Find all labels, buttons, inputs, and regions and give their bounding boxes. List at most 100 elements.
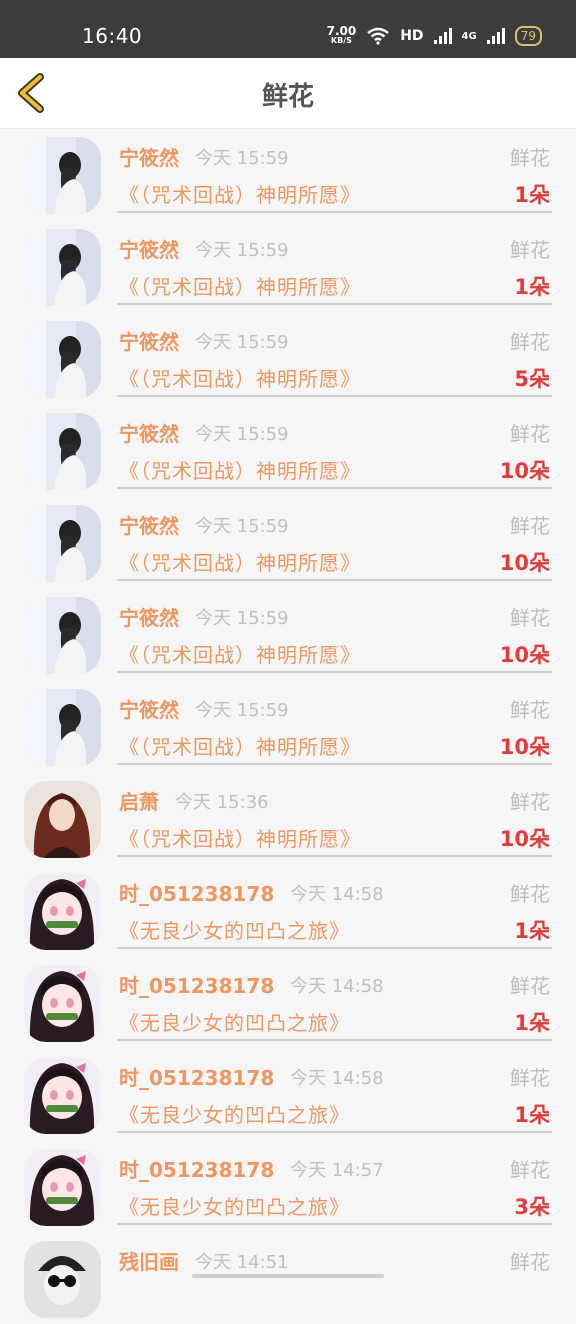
record-time: 今天 15:59: [195, 240, 289, 261]
sender-name[interactable]: 宁筱然: [119, 142, 179, 171]
flower-record-row[interactable]: 宁筱然 今天 15:59 鲜花 《（咒术回战）神明所愿》 10朵: [0, 588, 576, 680]
flower-record-row[interactable]: 时_051238178 今天 14:58 鲜花《无良少女的凹凸之旅》 1朵: [0, 956, 576, 1048]
book-title[interactable]: 《（咒术回战）神明所愿》: [119, 639, 361, 668]
gift-type-label: 鲜花: [510, 974, 550, 998]
flower-record-row[interactable]: 宁筱然 今天 15:59 鲜花《（咒术回战）神明所愿》 10朵: [0, 680, 576, 772]
network-speed: 7.00 KB/S: [326, 24, 357, 45]
sender-name[interactable]: 残旧画: [119, 1246, 179, 1275]
row-divider: [117, 1223, 552, 1225]
avatar[interactable]: [24, 321, 101, 398]
flower-count: 3朵: [514, 1195, 550, 1219]
flower-record-row[interactable]: 启萧 今天 15:36 鲜花《（咒术回战）神明所愿》 10朵: [0, 772, 576, 864]
book-title[interactable]: 《无良少女的凹凸之旅》: [119, 1007, 350, 1036]
network-speed-unit: KB/S: [330, 36, 352, 45]
flower-record-row[interactable]: 宁筱然 今天 15:59 鲜花 《（咒术回战）神明所愿》 10朵: [0, 496, 576, 588]
sender-name[interactable]: 宁筱然: [119, 694, 179, 723]
flower-record-row[interactable]: 时_051238178 今天 14:57 鲜花 《无良少女的凹凸之旅》 3朵: [0, 1140, 576, 1232]
flower-record-row[interactable]: 宁筱然 今天 15:59 鲜花 《（咒术回战）神明所愿》 1朵: [0, 220, 576, 312]
sender-name[interactable]: 宁筱然: [119, 326, 179, 355]
gift-type-label: 鲜花: [510, 238, 550, 262]
avatar[interactable]: [24, 229, 101, 306]
flower-count: 10朵: [499, 735, 550, 759]
record-time: 今天 15:59: [195, 332, 289, 353]
record-time: 今天 15:36: [175, 792, 269, 813]
gift-type-label: 鲜花: [510, 422, 550, 446]
record-time: 今天 15:59: [195, 424, 289, 445]
wifi-icon: [367, 27, 389, 45]
flower-record-list: 宁筱然 今天 15:59 鲜花 《（咒术回战）神明所愿》 1朵 宁筱然 今天 15:59 鲜花…: [0, 128, 576, 1324]
flower-record-row[interactable]: 宁筱然 今天 15:59 鲜花 《（咒术回战）神明所愿》 10朵: [0, 404, 576, 496]
gift-type-label: 鲜花: [510, 330, 550, 354]
row-divider: [117, 855, 552, 857]
network-type-label: 4G: [461, 30, 477, 42]
flower-count: 1朵: [514, 1103, 550, 1127]
book-title[interactable]: 《（咒术回战）神明所愿》: [119, 455, 361, 484]
gift-type-label: 鲜花: [510, 790, 550, 814]
row-divider: [117, 671, 552, 673]
flower-count: 10朵: [499, 827, 550, 851]
gift-type-label: 鲜花: [510, 1250, 550, 1274]
status-icons: 7.00 KB/S HD 4G 79: [327, 22, 542, 50]
book-title[interactable]: 《（咒术回战）神明所愿》: [119, 823, 361, 852]
row-divider: [117, 947, 552, 949]
avatar[interactable]: [24, 965, 101, 1042]
page-title: 鲜花: [261, 82, 314, 112]
sender-name[interactable]: 宁筱然: [119, 602, 179, 631]
record-time: 今天 14:51: [195, 1252, 289, 1273]
flower-record-row[interactable]: 时_051238178 今天 14:58 鲜花 《无良少女的凹凸之旅》 1朵: [0, 864, 576, 956]
book-title[interactable]: 《无良少女的凹凸之旅》: [119, 915, 350, 944]
avatar[interactable]: [24, 689, 101, 766]
flower-record-row[interactable]: 宁筱然 今天 15:59 鲜花 《（咒术回战）神明所愿》 5朵: [0, 312, 576, 404]
flower-record-row[interactable]: 残旧画 今天 14:51 鲜花: [0, 1232, 576, 1324]
sender-name[interactable]: 宁筱然: [119, 234, 179, 263]
record-time: 今天 14:57: [290, 1160, 384, 1181]
record-time: 今天 15:59: [195, 516, 289, 537]
row-divider: [117, 303, 552, 305]
avatar[interactable]: [24, 505, 101, 582]
battery-icon: 79: [514, 26, 542, 46]
avatar[interactable]: [24, 1149, 101, 1226]
book-title[interactable]: 《（咒术回战）神明所愿》: [119, 271, 361, 300]
signal-icon: [433, 28, 452, 44]
gift-type-label: 鲜花: [510, 606, 550, 630]
gift-type-label: 鲜花: [510, 146, 550, 170]
record-time: 今天 14:58: [290, 884, 384, 905]
sender-name[interactable]: 宁筱然: [119, 418, 179, 447]
book-title[interactable]: 《（咒术回战）神明所愿》: [119, 179, 361, 208]
sender-name[interactable]: 时_051238178: [119, 878, 274, 907]
avatar[interactable]: [24, 597, 101, 674]
home-indicator[interactable]: [192, 1274, 384, 1278]
book-title[interactable]: 《（咒术回战）神明所愿》: [119, 731, 361, 760]
avatar[interactable]: [24, 1057, 101, 1134]
book-title[interactable]: 《无良少女的凹凸之旅》: [119, 1099, 350, 1128]
avatar[interactable]: [24, 781, 101, 858]
header: 鲜花: [0, 58, 576, 129]
flower-record-row[interactable]: 宁筱然 今天 15:59 鲜花 《（咒术回战）神明所愿》 1朵: [0, 128, 576, 220]
flower-record-row[interactable]: 时_051238178 今天 14:58 鲜花 《无良少女的凹凸之旅》 1朵: [0, 1048, 576, 1140]
signal-icon-2: [486, 28, 505, 44]
row-divider: [117, 1131, 552, 1133]
record-time: 今天 15:59: [195, 700, 289, 721]
record-time: 今天 14:58: [290, 1068, 384, 1089]
record-time: 今天 14:58: [290, 976, 384, 997]
gift-type-label: 鲜花: [510, 698, 550, 722]
sender-name[interactable]: 时_051238178: [119, 1154, 274, 1183]
avatar[interactable]: [24, 137, 101, 214]
flower-count: 1朵: [514, 1011, 550, 1035]
book-title[interactable]: 《（咒术回战）神明所愿》: [119, 547, 361, 576]
row-divider: [117, 211, 552, 213]
network-speed-value: 7.00: [326, 24, 357, 38]
sender-name[interactable]: 启萧: [119, 786, 159, 815]
gift-type-label: 鲜花: [510, 882, 550, 906]
sender-name[interactable]: 宁筱然: [119, 510, 179, 539]
avatar[interactable]: [24, 873, 101, 950]
book-title[interactable]: 《（咒术回战）神明所愿》: [119, 363, 361, 392]
book-title[interactable]: 《无良少女的凹凸之旅》: [119, 1191, 350, 1220]
avatar[interactable]: [24, 413, 101, 490]
sender-name[interactable]: 时_051238178: [119, 970, 274, 999]
status-bar: 16:40 7.00 KB/S HD 4G 79: [0, 0, 576, 58]
sender-name[interactable]: 时_051238178: [119, 1062, 274, 1091]
record-time: 今天 15:59: [195, 148, 289, 169]
flower-count: 10朵: [499, 551, 550, 575]
row-divider: [117, 763, 552, 765]
